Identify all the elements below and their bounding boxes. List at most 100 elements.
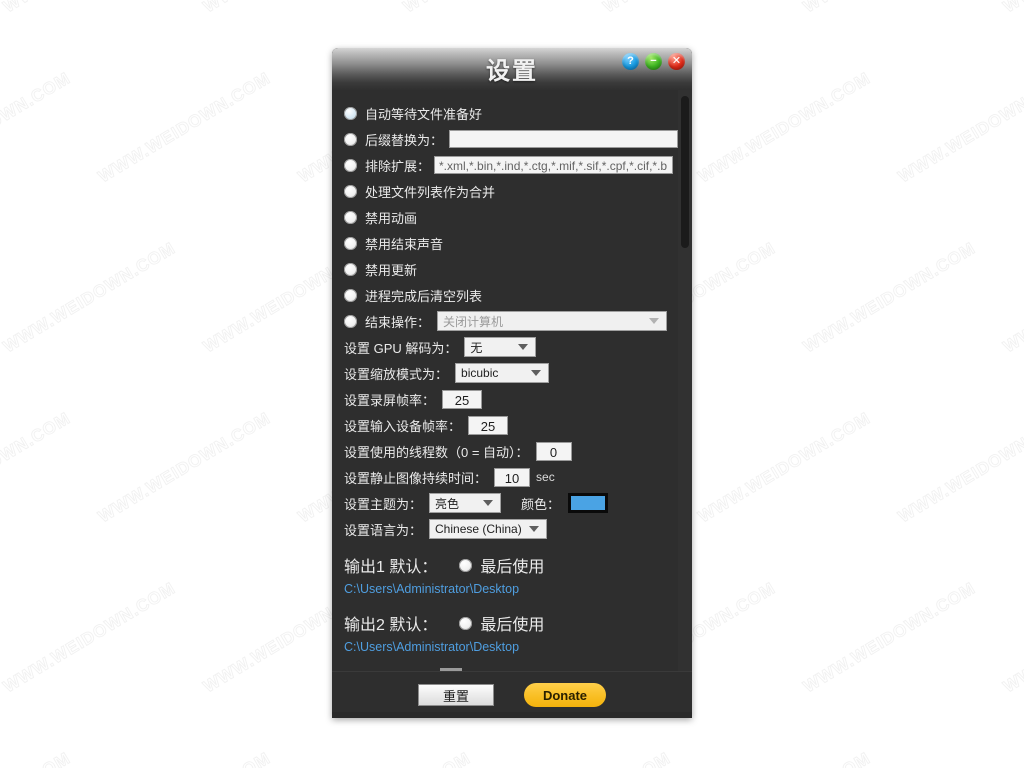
- watermark-text: WWW.WEIDOWN.COM: [1000, 578, 1024, 697]
- vertical-scrollbar[interactable]: [678, 90, 692, 671]
- clipped-widget-edge: [440, 668, 462, 671]
- setting-row-scale-mode: 设置缩放模式为： bicubic: [344, 360, 678, 386]
- dialog-body: 自动等待文件准备好 后缀替换为： 排除扩展： *.xml,*.bin,*.ind…: [332, 90, 692, 671]
- minimize-icon[interactable]: −: [645, 53, 662, 70]
- watermark-text: WWW.WEIDOWN.COM: [0, 0, 179, 17]
- radio-suffix-replace[interactable]: [344, 132, 357, 146]
- watermark-text: WWW.WEIDOWN.COM: [800, 238, 980, 357]
- watermark-text: WWW.WEIDOWN.COM: [695, 408, 875, 527]
- option-label-auto-wait: 自动等待文件准备好: [365, 106, 483, 122]
- option-row-merge-list[interactable]: 处理文件列表作为合并: [344, 178, 678, 204]
- language-select[interactable]: Chinese (China): [429, 519, 548, 539]
- watermark-text: WWW.WEIDOWN.COM: [0, 68, 74, 187]
- watermark-text: WWW.WEIDOWN.COM: [800, 0, 980, 17]
- chevron-down-icon: [531, 370, 542, 376]
- option-label-merge-list: 处理文件列表作为合并: [365, 184, 496, 200]
- title-bar: 设置 ? − ✕: [332, 48, 692, 90]
- output1-label: 输出1 默认：: [344, 559, 438, 576]
- setting-row-threads: 设置使用的线程数（0 = 自动）： 0: [344, 438, 678, 464]
- option-label-exclude-ext: 排除扩展：: [365, 158, 431, 174]
- output2-row: 输出2 默认： 最后使用: [344, 610, 678, 636]
- end-action-value: 关闭计算机: [443, 314, 504, 329]
- radio-exclude-ext[interactable]: [344, 158, 357, 172]
- option-label-suffix-replace: 后缀替换为：: [365, 132, 444, 148]
- output2-path[interactable]: C:\Users\Administrator\Desktop: [344, 636, 678, 658]
- watermark-text: WWW.WEIDOWN.COM: [800, 578, 980, 697]
- screen-fps-label: 设置录屏帧率：: [344, 392, 436, 408]
- radio-end-action[interactable]: [344, 314, 357, 328]
- chevron-down-icon: [518, 344, 529, 350]
- watermark-text: WWW.WEIDOWN.COM: [495, 748, 675, 768]
- radio-disable-update[interactable]: [344, 262, 357, 276]
- scale-mode-label: 设置缩放模式为：: [344, 366, 449, 382]
- scale-mode-select[interactable]: bicubic: [455, 363, 550, 383]
- color-label: 颜色：: [521, 496, 561, 512]
- close-icon[interactable]: ✕: [668, 53, 685, 70]
- exclude-ext-input[interactable]: *.xml,*.bin,*.ind,*.ctg,*.mif,*.sif,*.cp…: [434, 156, 674, 174]
- setting-row-still-duration: 设置静止图像持续时间： 10 sec: [344, 464, 678, 490]
- screen-fps-input[interactable]: 25: [442, 389, 483, 409]
- radio-merge-list[interactable]: [344, 184, 357, 198]
- watermark-text: WWW.WEIDOWN.COM: [1000, 0, 1024, 17]
- input-fps-label: 设置输入设备帧率：: [344, 418, 462, 434]
- radio-disable-end-sound[interactable]: [344, 236, 357, 250]
- option-row-disable-animation[interactable]: 禁用动画: [344, 204, 678, 230]
- watermark-text: WWW.WEIDOWN.COM: [0, 408, 74, 527]
- radio-auto-wait[interactable]: [344, 106, 357, 120]
- radio-output1-last-used[interactable]: [459, 558, 473, 572]
- donate-button[interactable]: Donate: [524, 683, 606, 707]
- help-icon[interactable]: ?: [622, 53, 639, 70]
- option-row-end-action[interactable]: 结束操作： 关闭计算机: [344, 308, 678, 334]
- watermark-text: WWW.WEIDOWN.COM: [695, 748, 875, 768]
- option-row-exclude-ext[interactable]: 排除扩展： *.xml,*.bin,*.ind,*.ctg,*.mif,*.si…: [344, 152, 678, 178]
- window-controls: ? − ✕: [622, 53, 685, 70]
- still-duration-label: 设置静止图像持续时间：: [344, 470, 488, 486]
- gpu-decode-select[interactable]: 无: [464, 337, 537, 357]
- watermark-text: WWW.WEIDOWN.COM: [95, 408, 275, 527]
- reset-button[interactable]: 重置: [418, 684, 494, 706]
- radio-disable-animation[interactable]: [344, 210, 357, 224]
- watermark-text: WWW.WEIDOWN.COM: [0, 578, 179, 697]
- output1-row: 输出1 默认： 最后使用: [344, 552, 678, 578]
- setting-row-screen-fps: 设置录屏帧率： 25: [344, 386, 678, 412]
- watermark-text: WWW.WEIDOWN.COM: [95, 748, 275, 768]
- option-label-disable-update: 禁用更新: [365, 262, 418, 278]
- radio-clear-list[interactable]: [344, 288, 357, 302]
- threads-input[interactable]: 0: [535, 441, 572, 461]
- option-row-disable-end-sound[interactable]: 禁用结束声音: [344, 230, 678, 256]
- output2-last-used-label: 最后使用: [480, 617, 545, 634]
- suffix-replace-input[interactable]: [449, 130, 678, 148]
- output1-path[interactable]: C:\Users\Administrator\Desktop: [344, 578, 678, 600]
- setting-row-language: 设置语言为： Chinese (China): [344, 516, 678, 542]
- color-swatch[interactable]: [568, 493, 609, 513]
- scrollbar-thumb[interactable]: [681, 96, 689, 248]
- theme-select[interactable]: 亮色: [429, 493, 502, 513]
- setting-row-theme: 设置主题为： 亮色 颜色：: [344, 490, 678, 516]
- still-duration-unit: sec: [536, 470, 555, 484]
- watermark-text: WWW.WEIDOWN.COM: [695, 68, 875, 187]
- option-row-auto-wait[interactable]: 自动等待文件准备好: [344, 100, 678, 126]
- output1-last-used-label: 最后使用: [480, 559, 545, 576]
- option-row-disable-update[interactable]: 禁用更新: [344, 256, 678, 282]
- option-label-disable-animation: 禁用动画: [365, 210, 418, 226]
- language-value: Chinese (China): [435, 522, 522, 536]
- chevron-down-icon: [483, 500, 494, 506]
- settings-dialog: 设置 ? − ✕ 自动等待文件准备好 后缀替换为： 排除扩展： *.xml,*.…: [332, 48, 692, 718]
- watermark-text: WWW.WEIDOWN.COM: [400, 0, 580, 17]
- watermark-text: WWW.WEIDOWN.COM: [600, 0, 780, 17]
- theme-value: 亮色: [435, 496, 460, 511]
- radio-output2-last-used[interactable]: [459, 616, 473, 630]
- watermark-text: WWW.WEIDOWN.COM: [1000, 238, 1024, 357]
- watermark-text: WWW.WEIDOWN.COM: [200, 0, 380, 17]
- input-fps-input[interactable]: 25: [468, 415, 509, 435]
- watermark-text: WWW.WEIDOWN.COM: [295, 748, 475, 768]
- output2-label: 输出2 默认：: [344, 617, 438, 634]
- still-duration-input[interactable]: 10: [494, 467, 531, 487]
- watermark-text: WWW.WEIDOWN.COM: [0, 748, 74, 768]
- scale-mode-value: bicubic: [461, 366, 499, 380]
- theme-label: 设置主题为：: [344, 496, 423, 512]
- option-row-clear-list[interactable]: 进程完成后清空列表: [344, 282, 678, 308]
- watermark-text: WWW.WEIDOWN.COM: [895, 408, 1024, 527]
- end-action-select[interactable]: 关闭计算机: [437, 311, 668, 331]
- option-row-suffix-replace[interactable]: 后缀替换为：: [344, 126, 678, 152]
